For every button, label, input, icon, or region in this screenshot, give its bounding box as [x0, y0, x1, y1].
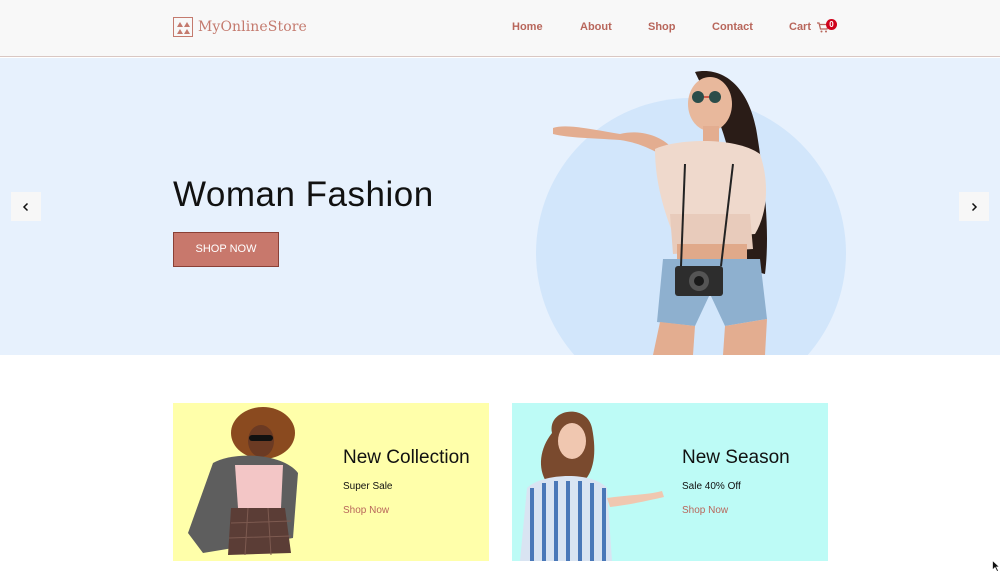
season-title: New Season — [682, 447, 790, 468]
mouse-pointer-icon — [992, 560, 1000, 572]
nav-contact[interactable]: Contact — [712, 21, 753, 33]
nav-about[interactable]: About — [580, 21, 612, 33]
site-header: MyOnlineStore Home About Shop Contact Ca… — [0, 0, 1000, 57]
collection-model-image — [188, 407, 298, 556]
cart-count-badge: 0 — [826, 19, 837, 30]
collection-title: New Collection — [343, 447, 470, 468]
hero-banner: Woman Fashion SHOP NOW — [0, 58, 1000, 355]
season-model-image — [520, 411, 664, 561]
season-card[interactable]: New Season Sale 40% Off Shop Now — [512, 403, 828, 561]
season-shop-link[interactable]: Shop Now — [682, 505, 728, 516]
collection-card[interactable]: New Collection Super Sale Shop Now — [173, 403, 489, 561]
carousel-next-button[interactable] — [959, 192, 989, 221]
hero-title: Woman Fashion — [173, 175, 434, 214]
collection-shop-link[interactable]: Shop Now — [343, 505, 389, 516]
nav-home[interactable]: Home — [512, 21, 543, 33]
shop-now-button[interactable]: SHOP NOW — [173, 232, 279, 267]
nav-cart[interactable]: Cart — [789, 21, 811, 33]
season-subtitle: Sale 40% Off — [682, 481, 741, 492]
nav-shop[interactable]: Shop — [648, 21, 676, 33]
main-nav: Home About Shop Contact Cart — [0, 21, 1000, 37]
carousel-prev-button[interactable] — [11, 192, 41, 221]
chevron-left-icon — [22, 202, 29, 211]
hero-model-image — [553, 71, 768, 355]
chevron-right-icon — [971, 202, 978, 211]
collection-subtitle: Super Sale — [343, 481, 393, 492]
